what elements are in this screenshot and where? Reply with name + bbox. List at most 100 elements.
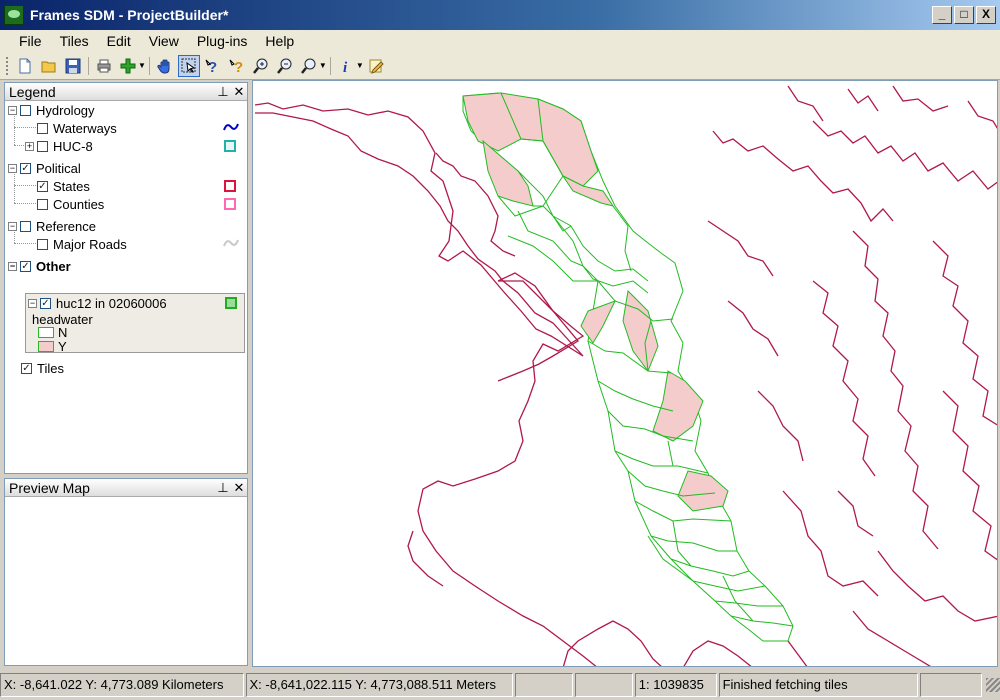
map-canvas[interactable] — [252, 80, 998, 667]
collapse-icon[interactable]: − — [8, 222, 17, 231]
expand-icon[interactable]: + — [25, 142, 34, 151]
zoom-icon[interactable] — [298, 55, 320, 77]
legend-group-hydrology[interactable]: − Hydrology — [8, 103, 95, 118]
layer-label: Major Roads — [53, 237, 127, 252]
print-icon[interactable] — [93, 55, 115, 77]
collapse-icon[interactable]: − — [8, 164, 17, 173]
new-icon[interactable] — [14, 55, 36, 77]
collapse-icon[interactable]: − — [28, 299, 37, 308]
add-layer-icon[interactable] — [117, 55, 139, 77]
status-coords-m: X: -8,641,022.115 Y: 4,773,088.511 Meter… — [245, 672, 513, 697]
checkbox[interactable] — [37, 199, 48, 210]
layer-label: HUC-8 — [53, 139, 93, 154]
checkbox[interactable] — [20, 105, 31, 116]
menu-edit[interactable]: Edit — [98, 33, 140, 49]
preview-title: Preview Map — [9, 479, 90, 496]
checkbox[interactable]: ✓ — [40, 298, 51, 309]
close-icon[interactable]: ✕ — [231, 480, 247, 496]
checkbox[interactable] — [37, 141, 48, 152]
square-symbol-icon — [224, 180, 236, 192]
pan-icon[interactable] — [154, 55, 176, 77]
checkbox[interactable]: ✓ — [37, 181, 48, 192]
toolbar-grip[interactable] — [6, 56, 9, 75]
close-button[interactable]: X — [976, 6, 996, 24]
checkbox[interactable]: ✓ — [20, 163, 31, 174]
layer-label: Waterways — [53, 121, 117, 136]
zoom-dropdown-icon[interactable]: ▼ — [319, 61, 327, 70]
wave-symbol-icon — [223, 237, 239, 249]
menu-file[interactable]: File — [10, 33, 51, 49]
layer-label: huc12 in 02060006 — [56, 296, 167, 311]
class-n: N — [38, 325, 67, 340]
checkbox[interactable]: ✓ — [21, 363, 32, 374]
class-swatch — [38, 327, 54, 338]
huc12-layer-box[interactable]: − ✓ huc12 in 02060006 headwater N Y — [25, 293, 245, 354]
window-title: Frames SDM - ProjectBuilder* — [30, 7, 229, 23]
menu-tiles[interactable]: Tiles — [51, 33, 98, 49]
group-label: Reference — [36, 219, 96, 234]
app-icon — [4, 5, 24, 25]
legend-layer-huc8[interactable]: + HUC-8 — [25, 139, 93, 154]
save-icon[interactable] — [62, 55, 84, 77]
layer-label: Tiles — [37, 361, 64, 376]
group-label: Political — [36, 161, 81, 176]
status-bar: X: -8,641.022 Y: 4,773.089 Kilometers X:… — [0, 669, 1000, 700]
status-coords-km: X: -8,641.022 Y: 4,773.089 Kilometers — [0, 672, 244, 697]
toolbar-separator — [148, 56, 150, 75]
menu-help[interactable]: Help — [256, 33, 303, 49]
status-empty-1 — [514, 672, 573, 697]
legend-layer-major-roads[interactable]: Major Roads — [37, 237, 127, 252]
menu-bar: File Tiles Edit View Plug-ins Help — [0, 30, 1000, 52]
legend-header: Legend ⊥ ✕ — [5, 83, 247, 101]
legend-group-reference[interactable]: − Reference — [8, 219, 96, 234]
legend-title: Legend — [9, 83, 56, 100]
add-layer-dropdown-icon[interactable]: ▼ — [138, 61, 146, 70]
checkbox[interactable]: ✓ — [20, 261, 31, 272]
status-message: Finished fetching tiles — [718, 672, 919, 697]
map-svg[interactable] — [253, 81, 998, 667]
open-icon[interactable] — [38, 55, 60, 77]
tree-line — [14, 185, 36, 186]
svg-text:?: ? — [208, 59, 217, 74]
menu-view[interactable]: View — [140, 33, 188, 49]
query-icon[interactable]: ? — [226, 55, 248, 77]
checkbox[interactable] — [37, 123, 48, 134]
tree-line — [14, 127, 36, 128]
status-empty-3 — [920, 672, 983, 697]
resize-grip-icon[interactable] — [986, 677, 1000, 692]
menu-plugins[interactable]: Plug-ins — [188, 33, 257, 49]
class-y: Y — [38, 339, 67, 354]
title-bar: Frames SDM - ProjectBuilder* _ □ X — [0, 0, 1000, 30]
legend-layer-counties[interactable]: Counties — [37, 197, 104, 212]
toolbar: ▼ ? ? ▼ i ▼ — [0, 52, 1000, 80]
info-dropdown-icon[interactable]: ▼ — [356, 61, 364, 70]
legend-layer-tiles[interactable]: ✓ Tiles — [21, 361, 64, 376]
legend-layer-waterways[interactable]: Waterways — [37, 121, 117, 136]
checkbox[interactable] — [37, 239, 48, 250]
help-icon[interactable]: ? — [202, 55, 224, 77]
checkbox[interactable] — [20, 221, 31, 232]
huc12-layer — [462, 92, 794, 642]
close-icon[interactable]: ✕ — [231, 84, 247, 100]
zoom-out-icon[interactable] — [274, 55, 296, 77]
minimize-button[interactable]: _ — [932, 6, 952, 24]
edit-icon[interactable] — [365, 55, 387, 77]
square-symbol-icon — [224, 198, 236, 210]
group-label: Hydrology — [36, 103, 95, 118]
info-icon[interactable]: i — [335, 55, 357, 77]
pin-icon[interactable]: ⊥ — [215, 84, 231, 100]
collapse-icon[interactable]: − — [8, 262, 17, 271]
toolbar-separator — [88, 56, 89, 75]
wave-symbol-icon — [223, 121, 239, 133]
legend-layer-huc12[interactable]: − ✓ huc12 in 02060006 — [28, 296, 167, 311]
status-empty-2 — [574, 672, 633, 697]
legend-group-political[interactable]: − ✓ Political — [8, 161, 81, 176]
pin-icon[interactable]: ⊥ — [215, 480, 231, 496]
zoom-in-icon[interactable] — [250, 55, 272, 77]
legend-layer-states[interactable]: ✓ States — [37, 179, 90, 194]
select-icon[interactable] — [177, 54, 200, 77]
collapse-icon[interactable]: − — [8, 106, 17, 115]
maximize-button[interactable]: □ — [954, 6, 974, 24]
legend-group-other[interactable]: − ✓ Other — [8, 259, 71, 274]
preview-map-panel: Preview Map ⊥ ✕ — [4, 478, 248, 666]
